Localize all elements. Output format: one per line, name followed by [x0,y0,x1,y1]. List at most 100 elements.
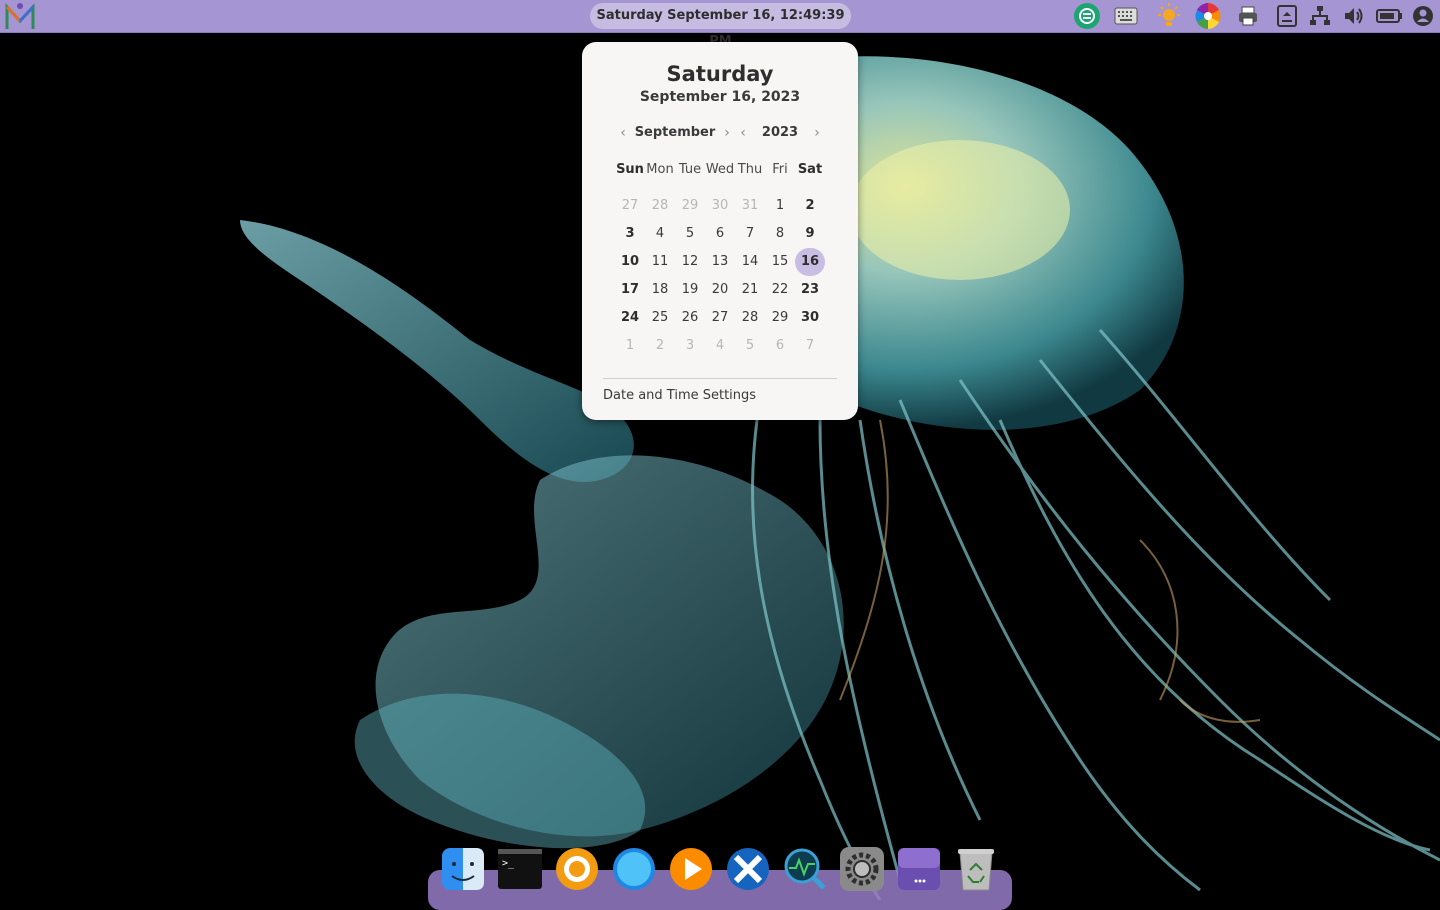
calendar-day-label: 28 [742,310,759,325]
calendar-day[interactable]: 20 [705,276,735,304]
calendar-day[interactable]: 25 [645,304,675,332]
calendar-day[interactable]: 4 [645,220,675,248]
calendar-day[interactable]: 17 [615,276,645,304]
calendar-day[interactable]: 13 [705,248,735,276]
settings-icon[interactable] [839,846,885,892]
calendar-day[interactable]: 22 [765,276,795,304]
calendar-day[interactable]: 27 [705,304,735,332]
software-center-icon[interactable] [554,846,600,892]
calendar-day[interactable]: 23 [795,276,825,304]
calendar-day-today[interactable]: 16 [795,248,825,276]
app-menu-logo-icon[interactable] [4,1,36,31]
calendar-day-label: 22 [772,282,789,297]
user-icon[interactable] [1412,5,1434,27]
calendar-day-label: 23 [801,282,819,297]
calendar-day[interactable]: 6 [765,332,795,360]
calendar-day[interactable]: 27 [615,192,645,220]
panel-clock[interactable]: Saturday September 16, 12:49:39 PM [590,3,851,29]
calendar-day[interactable]: 15 [765,248,795,276]
calendar-day[interactable]: 12 [675,248,705,276]
calendar-day-label: 15 [772,254,789,269]
calendar-day[interactable]: 3 [615,220,645,248]
calendar-date-subtitle: September 16, 2023 [582,89,858,105]
calendar-day[interactable]: 24 [615,304,645,332]
sync-icon[interactable] [1073,2,1101,30]
month-label: September [632,124,718,142]
calendar-day[interactable]: 8 [765,220,795,248]
calendar-day-label: 12 [682,254,699,269]
calendar-day-label: 5 [686,226,694,241]
calendar-day[interactable]: 5 [675,220,705,248]
calendar-day[interactable]: 31 [735,192,765,220]
calendar-day-label: 6 [716,226,724,241]
color-wheel-icon[interactable] [1194,2,1222,30]
calendar-day[interactable]: 14 [735,248,765,276]
year-label: 2023 [756,124,804,142]
calendar-day[interactable]: 30 [705,192,735,220]
calendar-day-label: 27 [622,198,639,213]
upload-icon[interactable] [1275,4,1299,28]
calendar-day[interactable]: 11 [645,248,675,276]
window-manager-icon[interactable] [896,846,942,892]
calendar-day-label: 18 [652,282,669,297]
calendar-day[interactable]: 28 [735,304,765,332]
keyboard-icon[interactable] [1114,4,1138,28]
calendar-day[interactable]: 4 [705,332,735,360]
weekday-header: Fri [765,161,795,179]
top-panel: Saturday September 16, 12:49:39 PM [0,0,1440,33]
calendar-day-label: 14 [742,254,759,269]
previous-year-button[interactable]: ‹ [736,124,750,142]
battery-icon[interactable] [1376,4,1404,28]
calendar-day[interactable]: 18 [645,276,675,304]
weekday-header: Sun [615,161,645,179]
calendar-day-label: 8 [776,226,784,241]
calendar-day[interactable]: 7 [735,220,765,248]
calendar-day[interactable]: 6 [705,220,735,248]
calendar-day[interactable]: 29 [675,192,705,220]
calendar-day-label: 2 [805,198,814,213]
calendar-day[interactable]: 1 [765,192,795,220]
previous-month-button[interactable]: ‹ [616,124,630,142]
next-month-button[interactable]: › [720,124,734,142]
calendar-day-label: 29 [682,198,699,213]
calendar-day-label: 16 [795,248,825,276]
calendar-day[interactable]: 29 [765,304,795,332]
brightness-icon[interactable] [1155,2,1183,30]
calendar-day[interactable]: 30 [795,304,825,332]
calendar-day[interactable]: 5 [735,332,765,360]
media-player-icon[interactable] [668,846,714,892]
terminal-icon[interactable]: >_ [497,846,543,892]
calendar-day[interactable]: 28 [645,192,675,220]
calendar-day-label: 29 [772,310,789,325]
finder-icon[interactable] [440,846,486,892]
crossover-icon[interactable] [725,846,771,892]
calendar-day[interactable]: 2 [645,332,675,360]
calendar-day-label: 9 [805,226,814,241]
trash-icon[interactable] [953,846,999,892]
printer-icon[interactable] [1236,4,1260,28]
calendar-day[interactable]: 19 [675,276,705,304]
next-year-button[interactable]: › [810,124,824,142]
calendar-day-label: 4 [656,226,664,241]
svg-text:>_: >_ [502,858,515,869]
calendar-day[interactable]: 7 [795,332,825,360]
weekday-header-row: SunMonTueWedThuFriSat [615,161,825,179]
volume-icon[interactable] [1342,4,1366,28]
calendar-day[interactable]: 9 [795,220,825,248]
calendar-day-label: 28 [652,198,669,213]
calendar-day[interactable]: 26 [675,304,705,332]
calendar-popover: Saturday September 16, 2023 ‹ September … [582,42,858,420]
calendar-day[interactable]: 2 [795,192,825,220]
calendar-day-grid: 2728293031123456789101112131415161718192… [615,192,825,362]
network-icon[interactable] [1308,4,1332,28]
system-monitor-icon[interactable] [782,846,828,892]
calendar-day-label: 3 [625,226,634,241]
calendar-day[interactable]: 3 [675,332,705,360]
date-time-settings-button[interactable]: Date and Time Settings [603,388,756,403]
weekday-header: Mon [645,161,675,179]
calendar-day[interactable]: 1 [615,332,645,360]
browser-icon[interactable] [611,846,657,892]
calendar-day-label: 20 [712,282,729,297]
calendar-day[interactable]: 21 [735,276,765,304]
calendar-day[interactable]: 10 [615,248,645,276]
